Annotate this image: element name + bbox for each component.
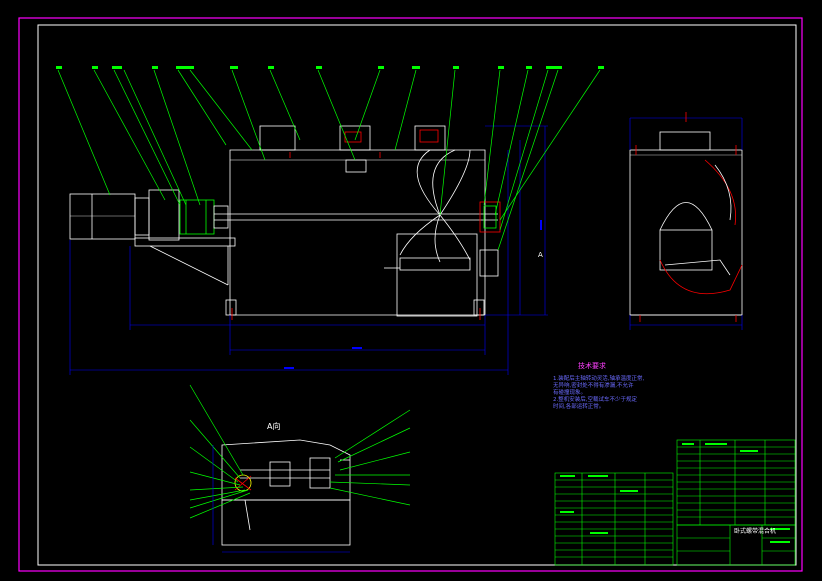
cad-drawing-canvas [0, 0, 822, 581]
